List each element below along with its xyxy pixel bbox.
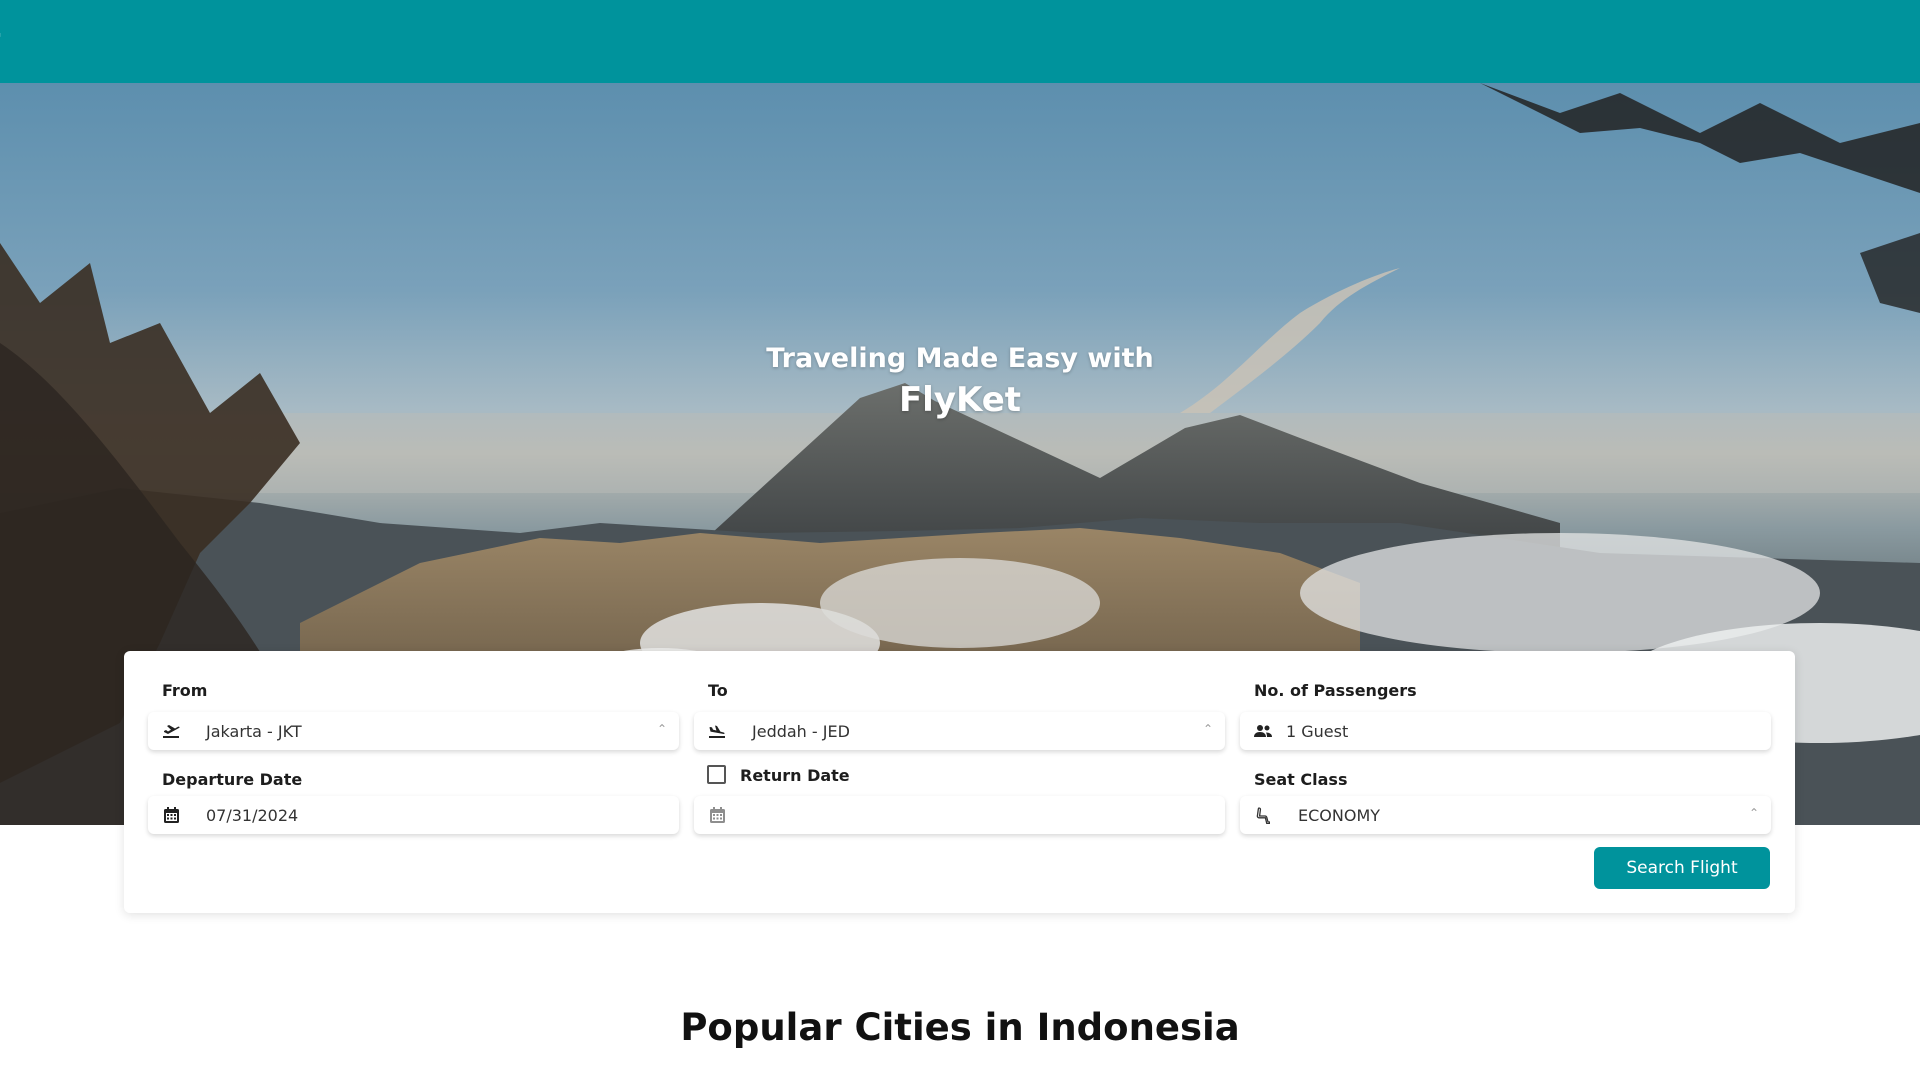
flight-search-card: From Jakarta - JKT ⌃ To Jeddah - JED ⌃ N… xyxy=(124,651,1795,913)
hero-brand-name: FlyKet xyxy=(898,380,1022,420)
hero-tagline: Traveling Made Easy with xyxy=(766,343,1154,374)
plane-landing-icon xyxy=(708,722,726,740)
top-navbar: t xyxy=(0,0,1920,83)
return-date-checkbox[interactable] xyxy=(707,765,726,784)
passengers-label: No. of Passengers xyxy=(1254,681,1417,700)
departure-date-input[interactable]: 07/31/2024 xyxy=(148,796,679,834)
from-label: From xyxy=(162,681,208,700)
seat-icon xyxy=(1254,806,1272,824)
passengers-input[interactable]: 1 Guest xyxy=(1240,712,1771,750)
hero-heading: Traveling Made Easy with FlyKet xyxy=(0,343,1920,420)
return-date-label: Return Date xyxy=(740,766,850,785)
return-date-input[interactable] xyxy=(694,796,1225,834)
seat-class-select[interactable]: ECONOMY ⌃ xyxy=(1240,796,1771,834)
search-flight-button[interactable]: Search Flight xyxy=(1594,847,1770,889)
popular-cities-heading: Popular Cities in Indonesia xyxy=(680,1006,1240,1049)
chevron-up-icon: ⌃ xyxy=(656,722,667,736)
departure-date-label: Departure Date xyxy=(162,770,303,789)
users-icon xyxy=(1254,722,1272,740)
calendar-icon xyxy=(162,806,180,824)
from-select[interactable]: Jakarta - JKT ⌃ xyxy=(148,712,679,750)
chevron-up-icon: ⌃ xyxy=(1748,806,1759,820)
to-value: Jeddah - JED xyxy=(752,721,850,741)
seat-class-label: Seat Class xyxy=(1254,770,1348,789)
brand-logo-text[interactable]: t xyxy=(0,22,1,58)
to-select[interactable]: Jeddah - JED ⌃ xyxy=(694,712,1225,750)
to-label: To xyxy=(708,681,728,700)
calendar-icon xyxy=(708,806,726,824)
chevron-up-icon: ⌃ xyxy=(1202,722,1213,736)
from-value: Jakarta - JKT xyxy=(206,721,302,741)
passengers-value: 1 Guest xyxy=(1286,721,1349,741)
departure-date-value: 07/31/2024 xyxy=(206,805,299,825)
seat-class-value: ECONOMY xyxy=(1298,805,1381,825)
plane-takeoff-icon xyxy=(162,722,180,740)
